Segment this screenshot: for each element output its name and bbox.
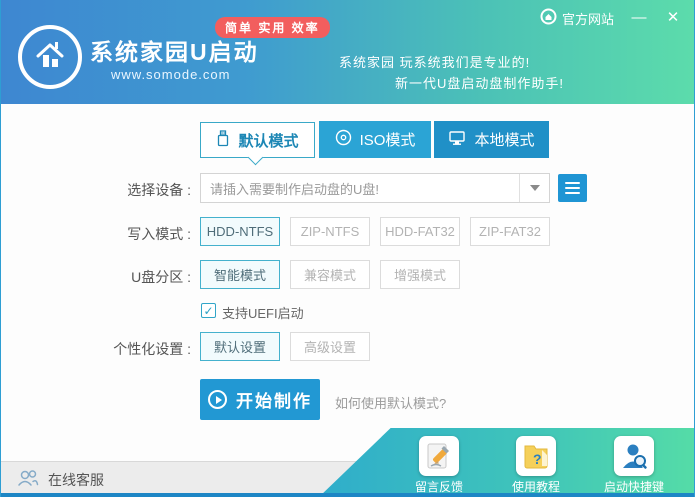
- caret-down-icon: [529, 185, 540, 191]
- tutorial-shortcut[interactable]: ? 使用教程: [501, 436, 571, 495]
- app-logo: [18, 25, 82, 89]
- cd-disc-icon: [335, 129, 352, 150]
- minimize-button[interactable]: —: [630, 9, 648, 27]
- person-magnifier-icon: [614, 436, 654, 476]
- write-mode-label: 写入模式 :: [127, 226, 191, 242]
- online-service-label: 在线客服: [48, 471, 104, 488]
- tab-default-label: 默认模式: [238, 132, 299, 150]
- feedback-shortcut[interactable]: 留言反馈: [404, 436, 474, 495]
- partition-label: U盘分区 :: [131, 269, 191, 285]
- header-banner: 系统家园U启动 www.somode.com 简单 实用 效率 系统家园 玩系统…: [1, 0, 694, 104]
- tab-local-mode[interactable]: 本地模式: [434, 121, 549, 158]
- hamburger-icon: [565, 182, 580, 194]
- device-dropdown-toggle[interactable]: [519, 174, 549, 202]
- start-make-button[interactable]: 开始制作: [200, 379, 320, 420]
- partition-compat-mode[interactable]: 兼容模式: [290, 260, 370, 289]
- monitor-icon: [448, 130, 466, 150]
- official-site-link[interactable]: 官方网站: [540, 8, 614, 28]
- circle-house-icon: [540, 8, 557, 28]
- house-logo-icon: [31, 36, 69, 79]
- usb-drive-icon: [216, 129, 230, 151]
- two-persons-icon: [16, 469, 40, 490]
- partition-smart-mode[interactable]: 智能模式: [200, 260, 280, 289]
- personalize-advanced-settings[interactable]: 高级设置: [290, 332, 370, 361]
- pencil-paper-icon: [419, 436, 459, 476]
- app-title: 系统家园U启动: [90, 39, 259, 65]
- question-folder-icon: ?: [516, 436, 556, 476]
- window-bottom-edge: [1, 493, 694, 497]
- official-site-label: 官方网站: [561, 11, 614, 27]
- device-label: 选择设备 :: [127, 182, 191, 198]
- svg-text:?: ?: [533, 451, 542, 467]
- write-mode-hdd-ntfs[interactable]: HDD-NTFS: [200, 217, 280, 246]
- personalize-default-settings[interactable]: 默认设置: [200, 332, 280, 361]
- uefi-checkbox[interactable]: ✓: [201, 303, 216, 318]
- tab-iso-label: ISO模式: [359, 132, 416, 149]
- help-default-mode-link[interactable]: 如何使用默认模式?: [335, 393, 446, 412]
- website-url: www.somode.com: [111, 67, 231, 82]
- write-mode-zip-fat32[interactable]: ZIP-FAT32: [470, 217, 550, 246]
- tab-iso-mode[interactable]: ISO模式: [319, 121, 431, 158]
- device-placeholder: 请插入需要制作启动盘的U盘!: [210, 181, 380, 197]
- close-button[interactable]: ✕: [664, 9, 682, 27]
- slogan-badge: 简单 实用 效率: [215, 17, 330, 38]
- uefi-checkbox-label[interactable]: 支持UEFI启动: [222, 303, 304, 322]
- write-mode-hdd-fat32[interactable]: HDD-FAT32: [380, 217, 460, 246]
- play-circle-icon: [208, 390, 227, 409]
- write-mode-zip-ntfs[interactable]: ZIP-NTFS: [290, 217, 370, 246]
- titlebar-controls: 官方网站 — ✕: [540, 8, 682, 28]
- device-menu-button[interactable]: [558, 174, 587, 202]
- hotkey-shortcut[interactable]: 启动快捷键: [599, 436, 669, 495]
- online-service-link[interactable]: 在线客服: [16, 469, 104, 490]
- app-window: 系统家园U启动 www.somode.com 简单 实用 效率 系统家园 玩系统…: [0, 0, 695, 497]
- personalize-label: 个性化设置 :: [113, 341, 191, 357]
- footer-shortcut-panel: 留言反馈 ? 使用教程 启动快捷键: [319, 428, 694, 497]
- tagline-line2: 新一代U盘启动盘制作助手!: [395, 76, 565, 91]
- tagline-line1: 系统家园 玩系统我们是专业的!: [339, 55, 531, 70]
- device-select[interactable]: 请插入需要制作启动盘的U盘!: [200, 173, 550, 203]
- start-make-label: 开始制作: [236, 392, 312, 411]
- partition-enhanced-mode[interactable]: 增强模式: [380, 260, 460, 289]
- tab-local-label: 本地模式: [474, 132, 535, 149]
